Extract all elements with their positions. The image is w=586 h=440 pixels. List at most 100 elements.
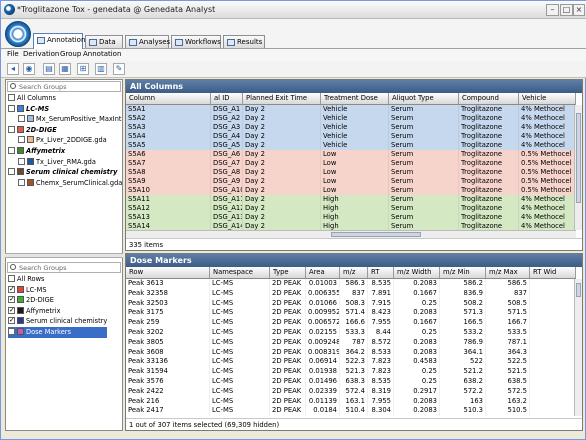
checkbox[interactable] <box>8 327 15 335</box>
tree-item[interactable]: Px_Liver_2DDIGE.gda <box>8 135 122 146</box>
tree-item[interactable]: All Columns <box>8 93 122 104</box>
search-groups-top[interactable]: Search Groups <box>7 81 121 92</box>
results-icon <box>227 39 235 46</box>
tree-item[interactable]: LC-MS <box>8 284 107 296</box>
column-header[interactable]: Namespace <box>210 267 270 279</box>
checkbox[interactable] <box>8 146 15 154</box>
column-header[interactable]: m/z Width <box>394 267 440 279</box>
table-cell: LC-MS <box>210 396 270 407</box>
table-cell: Peak 2422 <box>126 386 210 397</box>
column-header[interactable]: m/z Max <box>486 267 530 279</box>
tree-item[interactable]: Dose Markers <box>8 326 108 338</box>
table-row[interactable]: Peak 3202 LC-MS 2D PEAK 0.02155 533.3 8.44 0.2… <box>126 328 576 338</box>
tree-item[interactable]: 2D-DIGE <box>8 294 107 306</box>
table-row[interactable]: Peak 3608 LC-MS 2D PEAK 0.008319 364.2 8.533 0… <box>126 347 576 358</box>
table-row[interactable]: Peak 33136 LC-MS 2D PEAK 0.06914 522.3 7.823 0… <box>126 357 576 368</box>
back-icon[interactable]: ◂ <box>7 63 19 75</box>
column-header[interactable]: Vehicle <box>519 93 576 105</box>
radio-icon[interactable]: ◉ <box>23 63 35 75</box>
merge-icon[interactable]: ⊞ <box>77 63 89 75</box>
table-cell: Peak 3608 <box>126 347 210 358</box>
tree-item[interactable]: Serum clinical chemistry <box>8 167 122 178</box>
column-header[interactable]: Row <box>126 267 210 279</box>
genedata-logo-icon[interactable] <box>5 21 31 47</box>
column-header[interactable]: Area <box>306 267 340 279</box>
maximize-button[interactable]: □ <box>560 4 573 16</box>
tree-item[interactable]: Tx_Liver_RMA.gda <box>8 157 122 168</box>
column-header[interactable]: RT Wid <box>530 267 576 279</box>
table-row[interactable]: Peak 3175 LC-MS 2D PEAK 0.009952 571.4 8.423 0… <box>126 308 576 319</box>
tree-item-label: All Rows <box>17 275 45 283</box>
scroll-thumb[interactable] <box>576 283 581 297</box>
checkbox[interactable] <box>18 178 25 186</box>
minimize-button[interactable]: – <box>546 4 559 16</box>
tree-item[interactable]: Mx_SerumPositive_MaxInt <box>8 114 122 125</box>
tree-item[interactable]: LC-MS <box>8 104 122 115</box>
table-cell: Peak 259 <box>126 318 210 329</box>
table-row[interactable]: Peak 3613 LC-MS 2D PEAK 0.01003 586.3 8.535 0.… <box>126 279 576 289</box>
column-header[interactable]: Column <box>126 93 211 105</box>
column-header[interactable]: RT <box>368 267 394 279</box>
checkbox[interactable] <box>8 294 15 305</box>
tree-item[interactable]: Chemx_SerumClinical.gda <box>8 178 122 189</box>
menu-file[interactable]: File <box>7 50 19 58</box>
close-button[interactable]: × <box>573 4 585 16</box>
tab-analyses[interactable]: Analyses <box>125 35 170 48</box>
menu-derivation[interactable]: Derivation <box>23 50 59 58</box>
table-row[interactable]: Peak 31594 LC-MS 2D PEAK 0.01938 521.3 7.823 0… <box>126 367 576 378</box>
menu-annotation[interactable]: Annotation <box>83 50 121 58</box>
column-header[interactable]: m/z <box>340 267 368 279</box>
table-row[interactable]: Peak 32358 LC-MS 2D PEAK 0.006355 837 7.891 0.… <box>126 288 576 299</box>
column-header[interactable]: Treatment Dose <box>321 93 389 105</box>
column-header[interactable]: m/z Min <box>440 267 486 279</box>
scroll-thumb[interactable] <box>331 232 421 237</box>
wand-icon[interactable]: ✎ <box>113 63 125 75</box>
tab-workflows[interactable]: Workflows <box>171 35 221 48</box>
checkbox[interactable] <box>8 94 15 101</box>
menu-group[interactable]: Group <box>60 50 81 58</box>
column-header[interactable]: Aliquot Type <box>389 93 459 105</box>
checkbox[interactable] <box>8 104 15 112</box>
tab-results[interactable]: Results <box>223 35 265 48</box>
tree-item[interactable]: 2D-DIGE <box>8 125 122 136</box>
table-row[interactable]: Peak 32503 LC-MS 2D PEAK 0.01066 508.3 7.915 0… <box>126 298 576 309</box>
checkbox[interactable] <box>18 115 25 123</box>
checkbox[interactable] <box>18 136 25 144</box>
table-cell: 7.915 <box>368 298 394 309</box>
tree-item[interactable]: All Rows <box>8 274 107 285</box>
table-row[interactable]: Peak 3576 LC-MS 2D PEAK 0.01496 638.3 8.535 0.… <box>126 377 576 387</box>
table-cell: Peak 216 <box>126 396 210 407</box>
tree-item[interactable]: Affymetrix <box>8 305 107 317</box>
table-cell: 2D PEAK <box>270 318 306 329</box>
table-row[interactable]: Peak 259 LC-MS 2D PEAK 0.006572 166.6 7.955 0.… <box>126 318 576 329</box>
import-icon[interactable]: ▤ <box>43 63 55 75</box>
table-row[interactable]: Peak 216 LC-MS 2D PEAK 0.01139 163.1 7.955 0.2… <box>126 396 576 407</box>
checkbox[interactable] <box>8 125 15 133</box>
tree-item[interactable]: Affymetrix <box>8 146 122 157</box>
checkbox[interactable] <box>8 284 15 294</box>
scroll-thumb[interactable] <box>576 113 581 203</box>
column-header[interactable]: al ID <box>211 93 243 105</box>
vertical-scrollbar[interactable] <box>574 279 582 416</box>
document-icon[interactable]: ▥ <box>95 63 107 75</box>
table-row[interactable]: Peak 2422 LC-MS 2D PEAK 0.02339 572.4 8.319 0.… <box>126 386 576 397</box>
checkbox[interactable] <box>8 275 15 282</box>
tab-annotations[interactable]: Annotations <box>33 33 89 49</box>
column-header[interactable]: Type <box>270 267 306 279</box>
table-row[interactable]: Peak 2417 LC-MS 2D PEAK 0.0184 510.4 8.304 0.2… <box>126 406 576 417</box>
table-cell: 364.2 <box>340 347 368 358</box>
tab-data[interactable]: Data <box>85 35 123 48</box>
horizontal-scrollbar[interactable] <box>126 230 576 238</box>
column-header[interactable]: Planned Exit Time <box>243 93 321 105</box>
checkbox[interactable] <box>8 305 15 315</box>
column-header[interactable]: Compound <box>459 93 519 105</box>
grid-icon[interactable]: ▦ <box>59 63 71 75</box>
checkbox[interactable] <box>8 315 15 326</box>
tree-item[interactable]: Serum clinical chemistry <box>8 315 107 327</box>
search-groups-bottom[interactable]: Search Groups <box>7 262 121 273</box>
table-row[interactable]: Peak 3805 LC-MS 2D PEAK 0.009248 787 8.572 0.2… <box>126 337 576 348</box>
checkbox[interactable] <box>8 168 15 176</box>
checkbox[interactable] <box>18 157 25 165</box>
pane-splitter[interactable] <box>5 253 123 258</box>
vertical-scrollbar[interactable] <box>574 105 582 230</box>
